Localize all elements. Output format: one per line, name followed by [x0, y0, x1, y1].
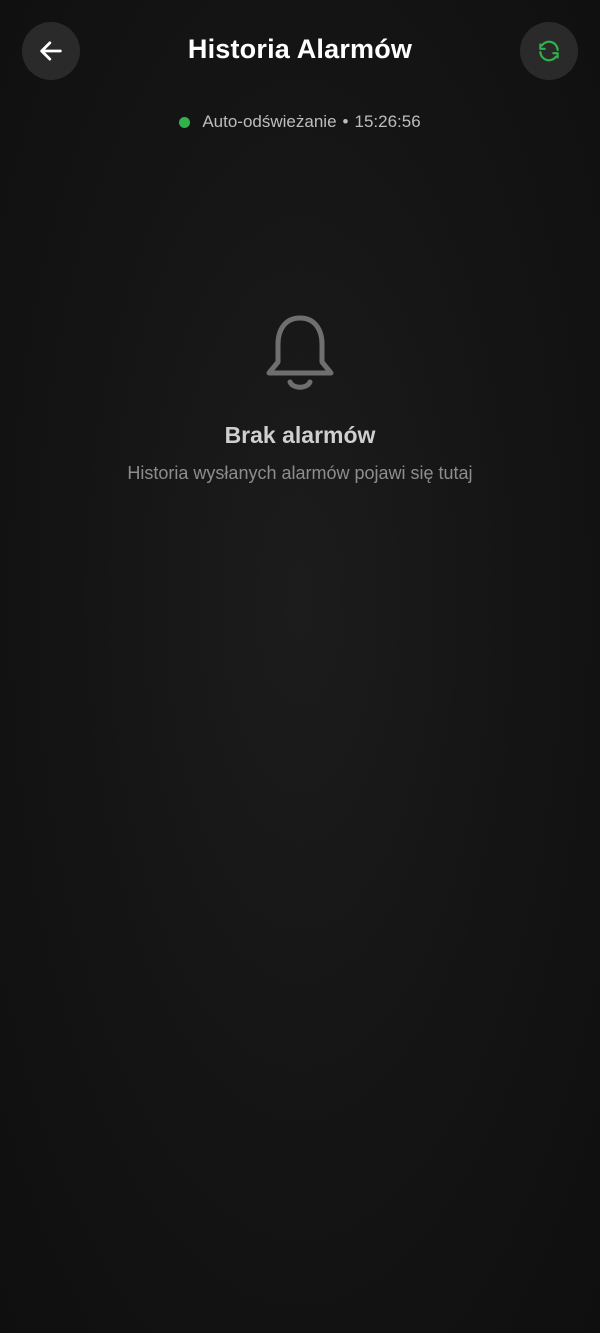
page-title: Historia Alarmów: [187, 34, 413, 64]
back-button[interactable]: [22, 22, 80, 80]
auto-refresh-label: Auto-odświeżanie: [202, 112, 337, 131]
bell-icon: [266, 315, 334, 390]
last-refresh-time: 15:26:56: [354, 112, 421, 131]
empty-state: Brak alarmów Historia wysłanych alarmów …: [0, 310, 600, 484]
empty-state-title: Brak alarmów: [224, 422, 376, 448]
empty-state-subtitle: Historia wysłanych alarmów pojawi się tu…: [127, 463, 473, 483]
refresh-button[interactable]: [520, 22, 578, 80]
status-separator: •: [342, 112, 349, 131]
refresh-icon: [539, 40, 559, 62]
app-header: Historia Alarmów: [0, 0, 600, 104]
screen: Historia Alarmów Auto-odświeżanie • 15:2…: [0, 0, 600, 1333]
status-indicator-dot: [179, 116, 191, 128]
arrow-left-icon: [40, 41, 62, 61]
auto-refresh-status: Auto-odświeżanie • 15:26:56: [0, 112, 600, 132]
